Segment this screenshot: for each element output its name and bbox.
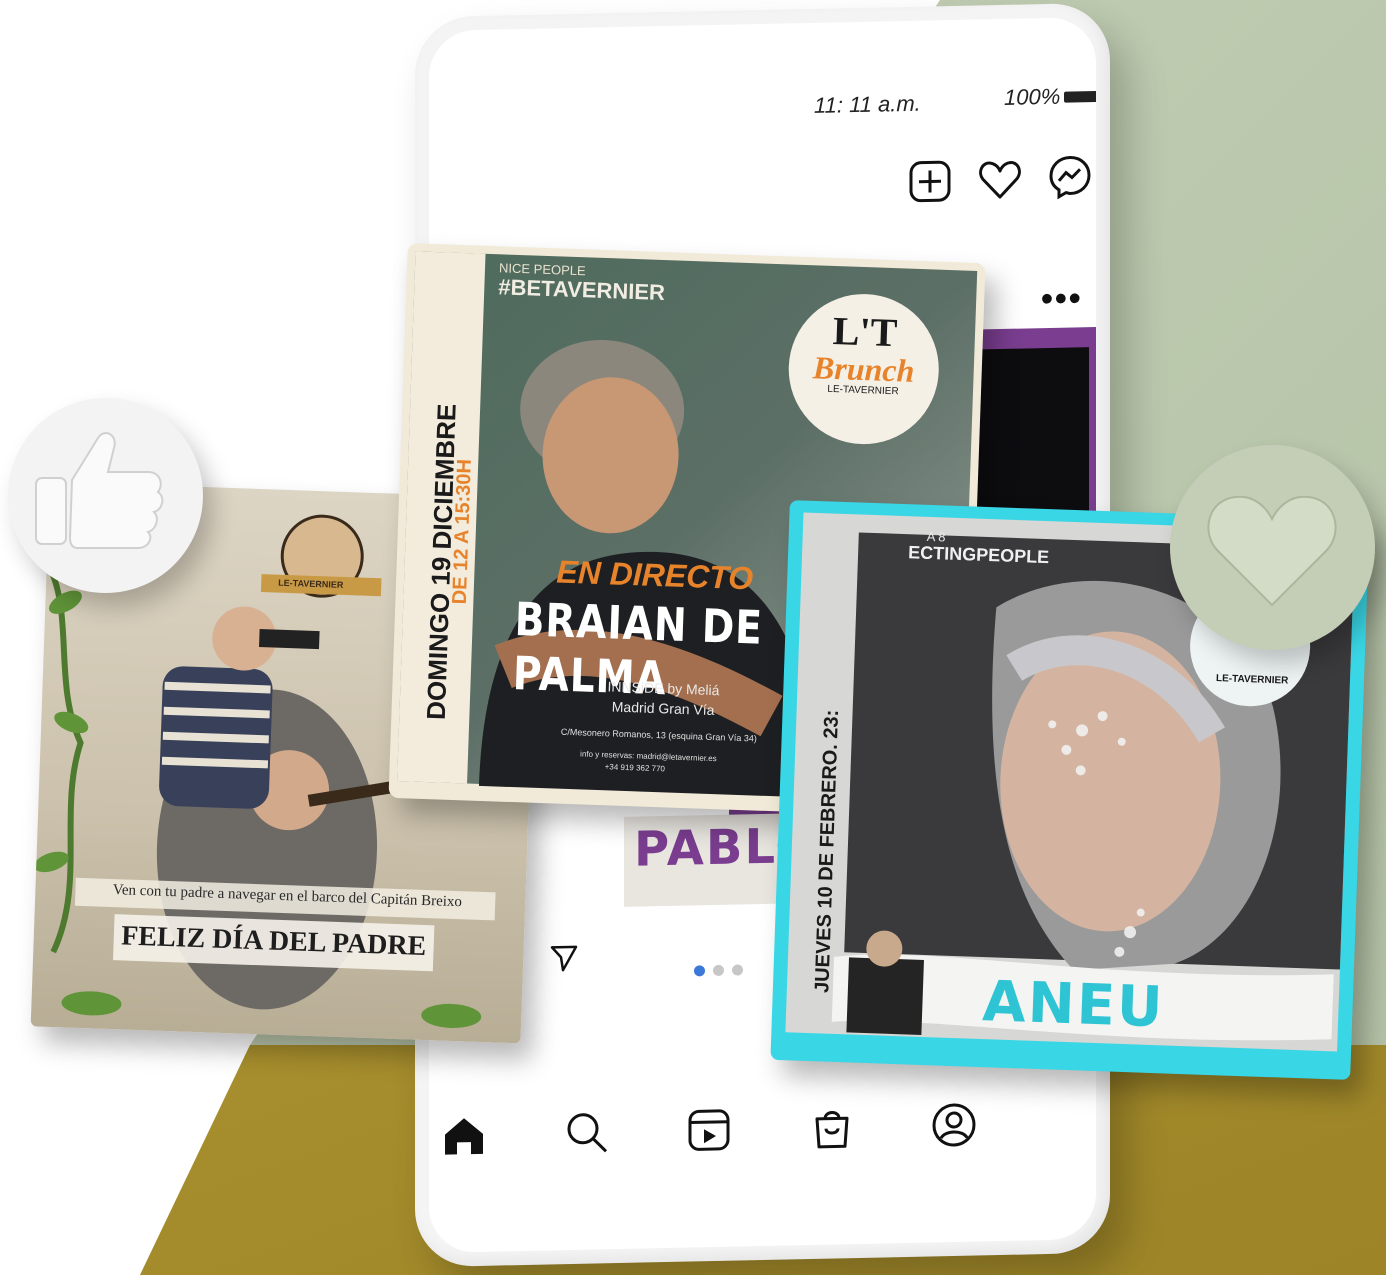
shop-icon[interactable]	[807, 1102, 857, 1153]
home-icon[interactable]	[439, 1110, 489, 1161]
reels-icon[interactable]	[684, 1105, 734, 1156]
plus-square-icon[interactable]	[907, 158, 953, 205]
thumbs-up-icon	[35, 432, 164, 549]
send-icon[interactable]	[549, 943, 579, 974]
heart-button[interactable]	[1170, 445, 1375, 650]
more-options-button[interactable]: •••	[1041, 279, 1083, 319]
headline-small: EN DIRECTO	[555, 553, 754, 597]
status-battery: 100%	[1004, 83, 1061, 110]
heart-icon	[1207, 495, 1337, 607]
search-icon[interactable]	[562, 1107, 612, 1158]
carousel-dot	[694, 965, 705, 977]
carousel-indicator	[694, 964, 743, 977]
status-time: 11: 11 a.m.	[814, 90, 921, 118]
messenger-icon[interactable]	[1047, 153, 1093, 200]
artist-name: ANEU	[981, 969, 1166, 1041]
like-button[interactable]	[8, 398, 203, 593]
logo-line-1: L'T	[832, 307, 899, 356]
bottom-nav	[439, 1099, 979, 1160]
battery-icon	[1064, 90, 1096, 103]
logo-line-2: Brunch	[812, 349, 916, 389]
carousel-dot	[713, 964, 724, 977]
heart-icon[interactable]	[977, 157, 1023, 204]
carousel-dot	[732, 964, 743, 976]
profile-icon[interactable]	[929, 1099, 979, 1150]
post-logo: L'T Brunch LE-TAVERNIER	[803, 307, 926, 398]
